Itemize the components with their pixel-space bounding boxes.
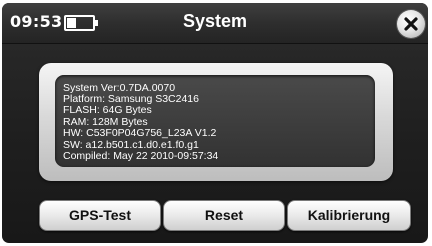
- info-line-flash: FLASH: 64G Bytes: [63, 104, 152, 116]
- system-screen: 09:53 System System Ver:0.7DA.0070 Platf…: [2, 3, 428, 243]
- reset-button[interactable]: Reset: [163, 200, 285, 231]
- close-icon: [404, 17, 418, 31]
- system-info-box: System Ver:0.7DA.0070 Platform: Samsung …: [55, 75, 375, 167]
- info-line-hardware: HW: C53F0P04G756_L23A V1.2: [63, 127, 217, 139]
- page-title: System: [182, 11, 248, 31]
- device-frame: 09:53 System System Ver:0.7DA.0070 Platf…: [0, 0, 432, 246]
- calibration-button[interactable]: Kalibrierung: [287, 200, 411, 231]
- system-info-panel: System Ver:0.7DA.0070 Platform: Samsung …: [39, 63, 393, 181]
- title-bar: 09:53 System: [2, 3, 428, 44]
- close-button[interactable]: [397, 10, 425, 38]
- info-line-compiled: Compiled: May 22 2010-09:57:34: [63, 150, 219, 162]
- gps-test-button[interactable]: GPS-Test: [39, 200, 161, 231]
